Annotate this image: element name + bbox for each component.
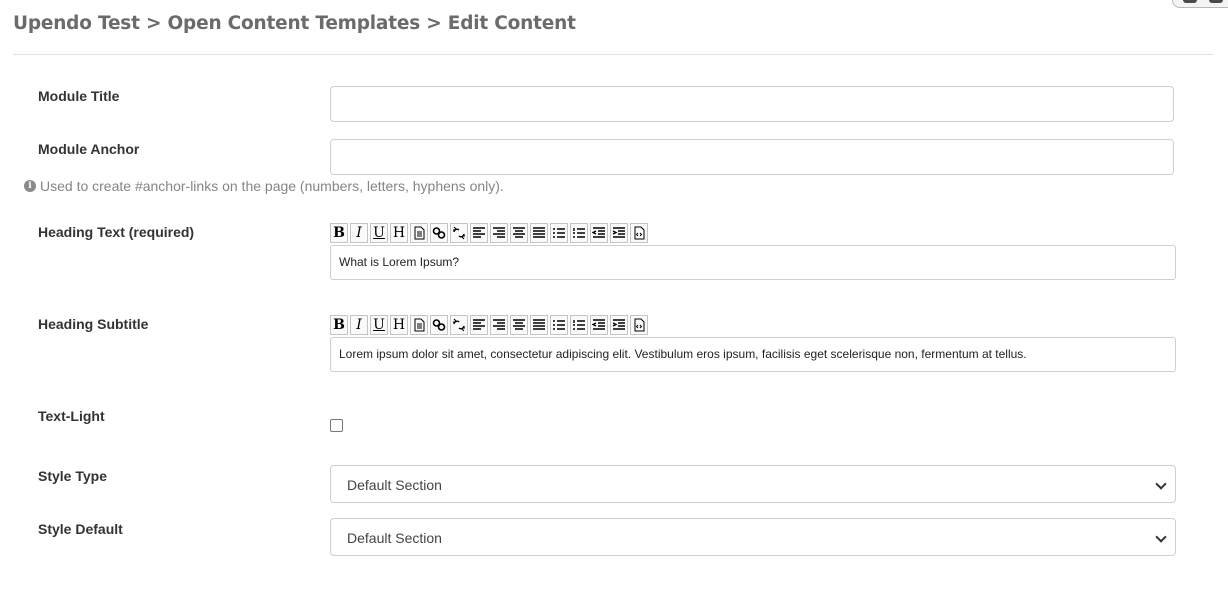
bold-icon[interactable]: B (330, 315, 348, 335)
numbered-list-icon[interactable] (570, 223, 588, 243)
style-default-label: Style Default (38, 521, 123, 537)
style-type-value: Default Section (347, 477, 442, 493)
link-icon[interactable] (430, 315, 448, 335)
text-light-checkbox[interactable] (330, 419, 343, 432)
unlink-icon[interactable] (450, 315, 468, 335)
module-title-label: Module Title (38, 88, 120, 104)
info-icon: i (24, 180, 36, 192)
bold-icon[interactable]: B (330, 223, 348, 243)
heading-text-editor[interactable]: What is Lorem Ipsum? (330, 245, 1176, 280)
heading-subtitle-toolbar: B I U H (330, 315, 648, 335)
breadcrumb: Upendo Test > Open Content Templates > E… (13, 13, 576, 34)
bullet-list-icon[interactable] (550, 223, 568, 243)
module-anchor-input[interactable] (330, 139, 1174, 175)
source-code-icon[interactable] (630, 315, 648, 335)
align-center-icon[interactable] (510, 223, 528, 243)
anchor-help: i Used to create #anchor-links on the pa… (24, 178, 504, 194)
source-code-icon[interactable] (630, 223, 648, 243)
chevron-down-icon (1155, 531, 1167, 543)
chevron-down-icon (1155, 478, 1167, 490)
align-right-icon[interactable] (490, 223, 508, 243)
bullet-list-icon[interactable] (550, 315, 568, 335)
indent-icon[interactable] (610, 223, 628, 243)
heading-icon[interactable]: H (390, 315, 408, 335)
style-type-select[interactable]: Default Section (330, 465, 1176, 503)
divider (13, 54, 1213, 55)
link-icon[interactable] (430, 223, 448, 243)
paragraph-icon[interactable] (410, 315, 428, 335)
numbered-list-icon[interactable] (570, 315, 588, 335)
anchor-help-text: Used to create #anchor-links on the page… (40, 178, 504, 194)
style-default-value: Default Section (347, 530, 442, 546)
align-left-icon[interactable] (470, 223, 488, 243)
heading-text-label: Heading Text (required) (38, 224, 195, 240)
align-justify-icon[interactable] (530, 315, 548, 335)
heading-subtitle-label: Heading Subtitle (38, 316, 149, 332)
align-center-icon[interactable] (510, 315, 528, 335)
style-default-select[interactable]: Default Section (330, 518, 1176, 556)
module-anchor-label: Module Anchor (38, 141, 140, 157)
align-right-icon[interactable] (490, 315, 508, 335)
outdent-icon[interactable] (590, 223, 608, 243)
corner-control[interactable] (1172, 0, 1228, 8)
module-title-input[interactable] (330, 86, 1174, 122)
underline-icon[interactable]: U (370, 315, 388, 335)
heading-icon[interactable]: H (390, 223, 408, 243)
indent-icon[interactable] (610, 315, 628, 335)
underline-icon[interactable]: U (370, 223, 388, 243)
style-type-label: Style Type (38, 468, 107, 484)
heading-subtitle-editor[interactable]: Lorem ipsum dolor sit amet, consectetur … (330, 337, 1176, 372)
outdent-icon[interactable] (590, 315, 608, 335)
heading-text-toolbar: B I U H (330, 223, 648, 243)
italic-icon[interactable]: I (350, 315, 368, 335)
align-justify-icon[interactable] (530, 223, 548, 243)
align-left-icon[interactable] (470, 315, 488, 335)
paragraph-icon[interactable] (410, 223, 428, 243)
unlink-icon[interactable] (450, 223, 468, 243)
text-light-label: Text-Light (38, 408, 105, 424)
italic-icon[interactable]: I (350, 223, 368, 243)
